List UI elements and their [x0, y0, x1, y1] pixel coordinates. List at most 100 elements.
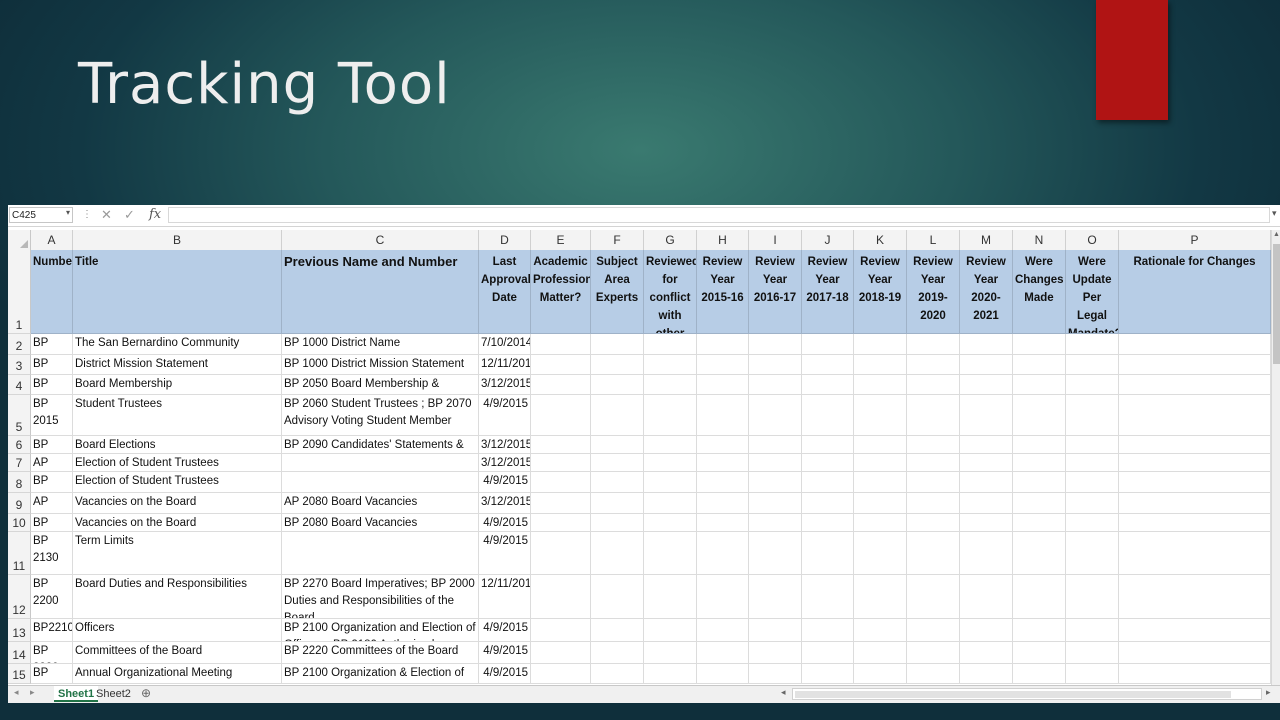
row-header[interactable]: 6: [8, 436, 31, 454]
table-cell[interactable]: [802, 532, 854, 575]
table-cell[interactable]: [697, 619, 749, 642]
table-cell[interactable]: [591, 532, 644, 575]
table-cell[interactable]: BP 2060 Student Trustees ; BP 2070 Advis…: [282, 395, 479, 436]
table-cell[interactable]: [960, 493, 1013, 514]
table-cell[interactable]: [749, 375, 802, 395]
table-cell[interactable]: [907, 436, 960, 454]
table-cell[interactable]: [644, 454, 697, 472]
table-cell[interactable]: [531, 375, 591, 395]
table-cell[interactable]: [1119, 664, 1271, 684]
table-cell[interactable]: BP 2110: [31, 514, 73, 532]
table-cell[interactable]: [697, 514, 749, 532]
enter-check-icon[interactable]: ✓: [124, 207, 135, 223]
header-cell-b[interactable]: Title: [73, 250, 282, 334]
table-cell[interactable]: [749, 355, 802, 375]
table-cell[interactable]: [1013, 514, 1066, 532]
table-cell[interactable]: [1119, 575, 1271, 619]
table-cell[interactable]: [591, 454, 644, 472]
table-cell[interactable]: [907, 334, 960, 355]
column-header-l[interactable]: L: [907, 230, 960, 250]
table-cell[interactable]: Annual Organizational Meeting: [73, 664, 282, 684]
table-cell[interactable]: [531, 454, 591, 472]
row-header[interactable]: 3: [8, 355, 31, 375]
table-cell[interactable]: [802, 454, 854, 472]
table-cell[interactable]: [960, 575, 1013, 619]
table-cell[interactable]: [1013, 395, 1066, 436]
table-cell[interactable]: [1013, 375, 1066, 395]
table-cell[interactable]: [531, 664, 591, 684]
table-cell[interactable]: BP 2100 Organization and Election of Off…: [282, 619, 479, 642]
cancel-icon[interactable]: ✕: [101, 207, 112, 223]
column-header-a[interactable]: A: [31, 230, 73, 250]
table-cell[interactable]: [697, 532, 749, 575]
horizontal-scrollbar[interactable]: [792, 688, 1262, 700]
table-cell[interactable]: [749, 575, 802, 619]
table-cell[interactable]: [697, 436, 749, 454]
table-cell[interactable]: [1119, 395, 1271, 436]
table-cell[interactable]: [591, 355, 644, 375]
expand-formula-bar-icon[interactable]: ▾: [1272, 208, 1277, 219]
table-cell[interactable]: [960, 436, 1013, 454]
header-cell-o[interactable]: Were Update Per Legal Mandate?: [1066, 250, 1119, 334]
table-cell[interactable]: 3/12/2015: [479, 375, 531, 395]
table-cell[interactable]: [802, 493, 854, 514]
table-cell[interactable]: BP 2100: [31, 436, 73, 454]
sheet-tab-sheet2[interactable]: Sheet2: [92, 686, 135, 702]
table-cell[interactable]: [644, 642, 697, 664]
table-cell[interactable]: [907, 532, 960, 575]
table-cell[interactable]: [749, 619, 802, 642]
table-cell[interactable]: [697, 355, 749, 375]
table-cell[interactable]: Board Elections: [73, 436, 282, 454]
row-header[interactable]: 7: [8, 454, 31, 472]
table-cell[interactable]: [907, 514, 960, 532]
table-cell[interactable]: [854, 664, 907, 684]
table-cell[interactable]: [531, 436, 591, 454]
table-cell[interactable]: [1119, 436, 1271, 454]
row-header[interactable]: 15: [8, 664, 31, 684]
scroll-left-icon[interactable]: ◂: [781, 687, 786, 698]
column-header-c[interactable]: C: [282, 230, 479, 250]
table-cell[interactable]: [1013, 664, 1066, 684]
table-cell[interactable]: [1013, 532, 1066, 575]
table-cell[interactable]: [907, 664, 960, 684]
table-cell[interactable]: [960, 642, 1013, 664]
table-cell[interactable]: [591, 395, 644, 436]
header-cell-m[interactable]: Review Year 2020-2021: [960, 250, 1013, 334]
table-cell[interactable]: [749, 532, 802, 575]
table-cell[interactable]: [802, 436, 854, 454]
table-cell[interactable]: [697, 575, 749, 619]
table-cell[interactable]: [644, 436, 697, 454]
table-cell[interactable]: BP 2080 Board Vacancies: [282, 514, 479, 532]
table-cell[interactable]: [644, 619, 697, 642]
row-header[interactable]: 1: [8, 250, 31, 334]
table-cell[interactable]: [854, 375, 907, 395]
table-cell[interactable]: [1066, 493, 1119, 514]
table-cell[interactable]: BP2210: [31, 619, 73, 642]
table-cell[interactable]: [531, 493, 591, 514]
table-cell[interactable]: Student Trustees: [73, 395, 282, 436]
row-header[interactable]: 8: [8, 472, 31, 493]
table-cell[interactable]: [907, 493, 960, 514]
column-header-d[interactable]: D: [479, 230, 531, 250]
table-cell[interactable]: [802, 642, 854, 664]
table-cell[interactable]: [1013, 575, 1066, 619]
table-cell[interactable]: [1066, 355, 1119, 375]
table-cell[interactable]: [907, 575, 960, 619]
table-cell[interactable]: BP 2050 Board Membership & Eligibility: [282, 375, 479, 395]
row-header[interactable]: 2: [8, 334, 31, 355]
table-cell[interactable]: Board Membership: [73, 375, 282, 395]
table-cell[interactable]: [1119, 532, 1271, 575]
header-cell-p[interactable]: Rationale for Changes: [1119, 250, 1271, 334]
table-cell[interactable]: 4/9/2015: [479, 664, 531, 684]
row-header[interactable]: 9: [8, 493, 31, 514]
column-header-o[interactable]: O: [1066, 230, 1119, 250]
table-cell[interactable]: [644, 493, 697, 514]
table-cell[interactable]: BP 2105: [31, 472, 73, 493]
table-cell[interactable]: Vacancies on the Board: [73, 514, 282, 532]
table-cell[interactable]: [854, 619, 907, 642]
table-cell[interactable]: [1066, 575, 1119, 619]
table-cell[interactable]: [1066, 334, 1119, 355]
table-cell[interactable]: [1119, 334, 1271, 355]
table-cell[interactable]: [960, 395, 1013, 436]
table-cell[interactable]: [1066, 514, 1119, 532]
